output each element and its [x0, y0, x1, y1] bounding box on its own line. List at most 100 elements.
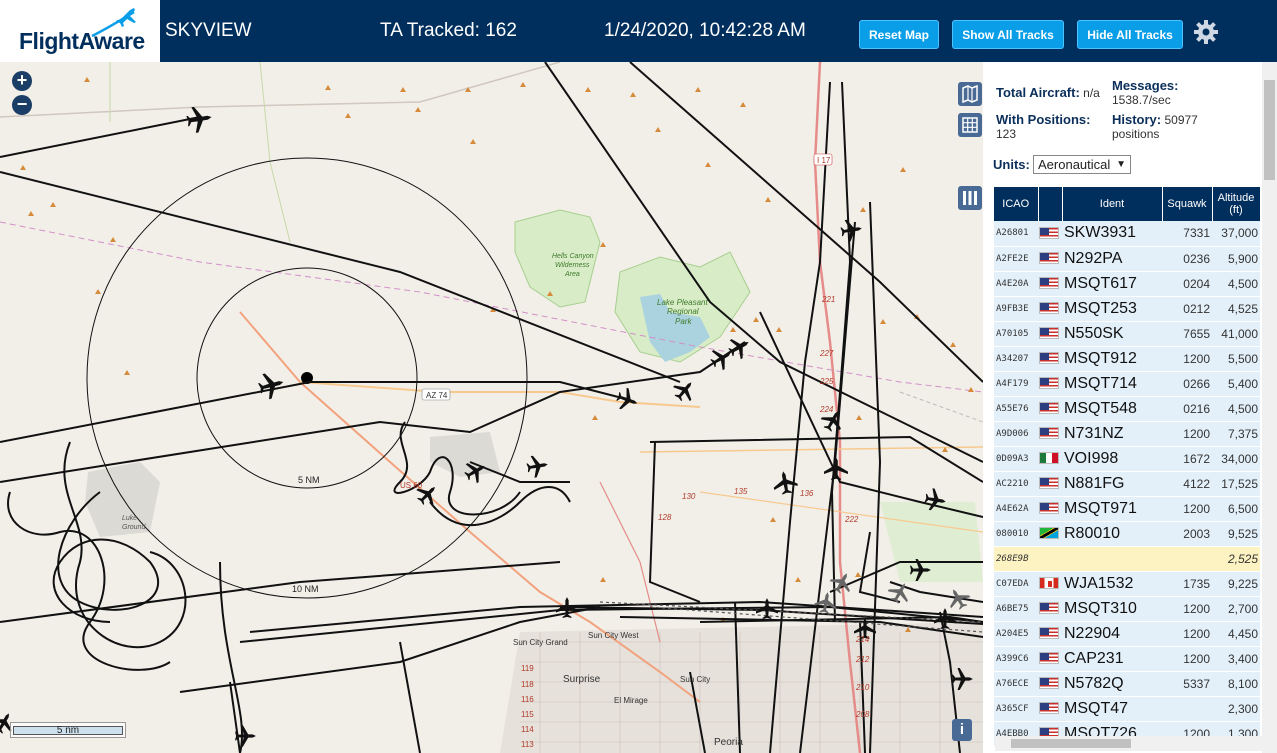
table-row[interactable]: A9D006 N731NZ 1200 7,375 [994, 421, 1260, 447]
cell-flag [1038, 296, 1062, 322]
column-header-altitude[interactable]: Altitude (ft) [1212, 187, 1261, 221]
grid-icon [962, 117, 978, 133]
scrollbar-thumb[interactable] [1011, 739, 1131, 748]
cell-squawk: 1200 [1162, 646, 1212, 672]
cell-ident: MSQT548 [1062, 396, 1162, 422]
table-horizontal-scrollbar[interactable] [995, 736, 1262, 751]
road-label: 115 [521, 710, 534, 719]
units-select[interactable]: Aeronautical ▼ [1033, 155, 1131, 174]
table-row[interactable]: 268E9B 2,525 [994, 546, 1260, 572]
cell-ident: CAP231 [1062, 646, 1162, 672]
cell-squawk: 0212 [1162, 296, 1212, 322]
flag-us-icon [1039, 652, 1059, 665]
info-button[interactable]: i [952, 719, 972, 741]
flag-tz-icon [1039, 527, 1059, 540]
cell-altitude: 3,400 [1212, 646, 1260, 672]
place-label: Sun City West [588, 631, 639, 640]
table-row[interactable]: AC2210 N881FG 4122 17,525 [994, 471, 1260, 497]
gear-icon[interactable] [1193, 19, 1219, 45]
column-header-ident[interactable]: Ident [1062, 187, 1163, 221]
place-label: Park [675, 317, 692, 326]
aircraft-panel: Total Aircraft: n/a With Positions: 123 … [983, 62, 1277, 753]
table-row[interactable]: A6BE75 MSQT310 1200 2,700 [994, 596, 1260, 622]
cell-flag [1038, 246, 1062, 272]
table-row[interactable]: A9FB3E MSQT253 0212 4,525 [994, 296, 1260, 322]
zoom-in-button[interactable]: + [12, 71, 32, 91]
flag-us-icon [1039, 327, 1059, 340]
table-row[interactable]: A70105 N550SK 7655 41,000 [994, 321, 1260, 347]
cell-squawk: 0216 [1162, 396, 1212, 422]
cell-squawk: 1200 [1162, 421, 1212, 447]
reset-map-button[interactable]: Reset Map [859, 20, 939, 49]
table-row[interactable]: A204E5 N22904 1200 4,450 [994, 621, 1260, 647]
table-row[interactable]: A4E20A MSQT617 0204 4,500 [994, 271, 1260, 297]
cell-squawk: 1200 [1162, 496, 1212, 522]
panel-vertical-scrollbar[interactable] [1262, 62, 1277, 753]
column-header-icao[interactable]: ICAO [994, 187, 1039, 221]
cell-icao: A9D006 [994, 421, 1038, 447]
table-row[interactable]: A55E76 MSQT548 0216 4,500 [994, 396, 1260, 422]
aircraft-marker [839, 217, 864, 243]
column-header-flag[interactable] [1038, 187, 1063, 221]
cell-altitude: 34,000 [1212, 446, 1260, 472]
place-label: Sun City Grand [513, 638, 568, 647]
table-row[interactable]: A4F179 MSQT714 0266 5,400 [994, 371, 1260, 397]
units-select-value: Aeronautical [1038, 157, 1111, 172]
table-row[interactable]: A76ECE N5782Q 5337 8,100 [994, 671, 1260, 697]
table-row[interactable]: A365CF MSQT47 2,300 [994, 696, 1260, 722]
with-positions: With Positions: 123 [996, 113, 1106, 142]
cell-squawk [1162, 696, 1212, 722]
map-canvas[interactable]: 5 NM 10 NM Hells Canyon Wilderness Area … [0, 62, 983, 753]
table-row[interactable]: 0D09A3 VOI998 1672 34,000 [994, 446, 1260, 472]
table-row[interactable]: A2FE2E N292PA 0236 5,900 [994, 246, 1260, 272]
units-label: Units: [993, 157, 1030, 172]
cell-altitude: 2,300 [1212, 696, 1260, 722]
road-label: 227 [819, 349, 834, 358]
cell-flag [1038, 571, 1062, 597]
road-label: 119 [521, 664, 534, 673]
map-view[interactable]: 5 NM 10 NM Hells Canyon Wilderness Area … [0, 62, 983, 753]
aircraft-marker [943, 583, 974, 614]
cell-flag [1038, 221, 1062, 247]
scale-bar: 5 nm [10, 722, 126, 738]
hide-all-tracks-button[interactable]: Hide All Tracks [1077, 20, 1183, 49]
history: History: 50977 positions [1112, 113, 1198, 142]
road-label: 214 [855, 635, 870, 644]
zoom-out-button[interactable]: − [12, 95, 32, 115]
table-row[interactable]: A26801 SKW3931 7331 37,000 [994, 221, 1260, 247]
cell-icao: AC2210 [994, 471, 1038, 497]
cell-icao: A6BE75 [994, 596, 1038, 622]
cell-altitude: 5,400 [1212, 371, 1260, 397]
messages: Messages: 1538.7/sec [1112, 79, 1178, 108]
cell-altitude: 5,900 [1212, 246, 1260, 272]
table-header: ICAO Ident Squawk Altitude (ft) [994, 187, 1261, 221]
cell-flag [1038, 621, 1062, 647]
history-unit: positions [1112, 127, 1160, 141]
column-header-squawk[interactable]: Squawk [1162, 187, 1213, 221]
scrollbar-thumb[interactable] [1264, 80, 1275, 180]
cell-ident: SKW3931 [1062, 221, 1162, 247]
road-label: 212 [855, 655, 870, 664]
place-label: Area [564, 271, 580, 278]
cell-flag [1038, 446, 1062, 472]
table-row[interactable]: C07EDA WJA1532 1735 9,225 [994, 571, 1260, 597]
grid-button[interactable] [958, 113, 982, 137]
show-all-tracks-button[interactable]: Show All Tracks [952, 20, 1064, 49]
cell-flag [1038, 421, 1062, 447]
cell-flag [1038, 646, 1062, 672]
columns-button[interactable] [958, 186, 982, 210]
messages-value: 1538.7/sec [1112, 93, 1171, 107]
cell-ident: N550SK [1062, 321, 1162, 347]
map-layers-button[interactable] [958, 82, 982, 106]
road-label: 113 [521, 740, 534, 749]
place-label: El Mirage [614, 696, 648, 705]
table-row[interactable]: A34207 MSQT912 1200 5,500 [994, 346, 1260, 372]
table-row[interactable]: 080010 R80010 2003 9,525 [994, 521, 1260, 547]
flightaware-logo[interactable]: FlightAware [0, 0, 160, 62]
cell-squawk: 1200 [1162, 596, 1212, 622]
cell-altitude: 6,500 [1212, 496, 1260, 522]
table-row[interactable]: A4E62A MSQT971 1200 6,500 [994, 496, 1260, 522]
table-row[interactable]: A399C6 CAP231 1200 3,400 [994, 646, 1260, 672]
cell-flag [1038, 496, 1062, 522]
flag-us-icon [1039, 502, 1059, 515]
